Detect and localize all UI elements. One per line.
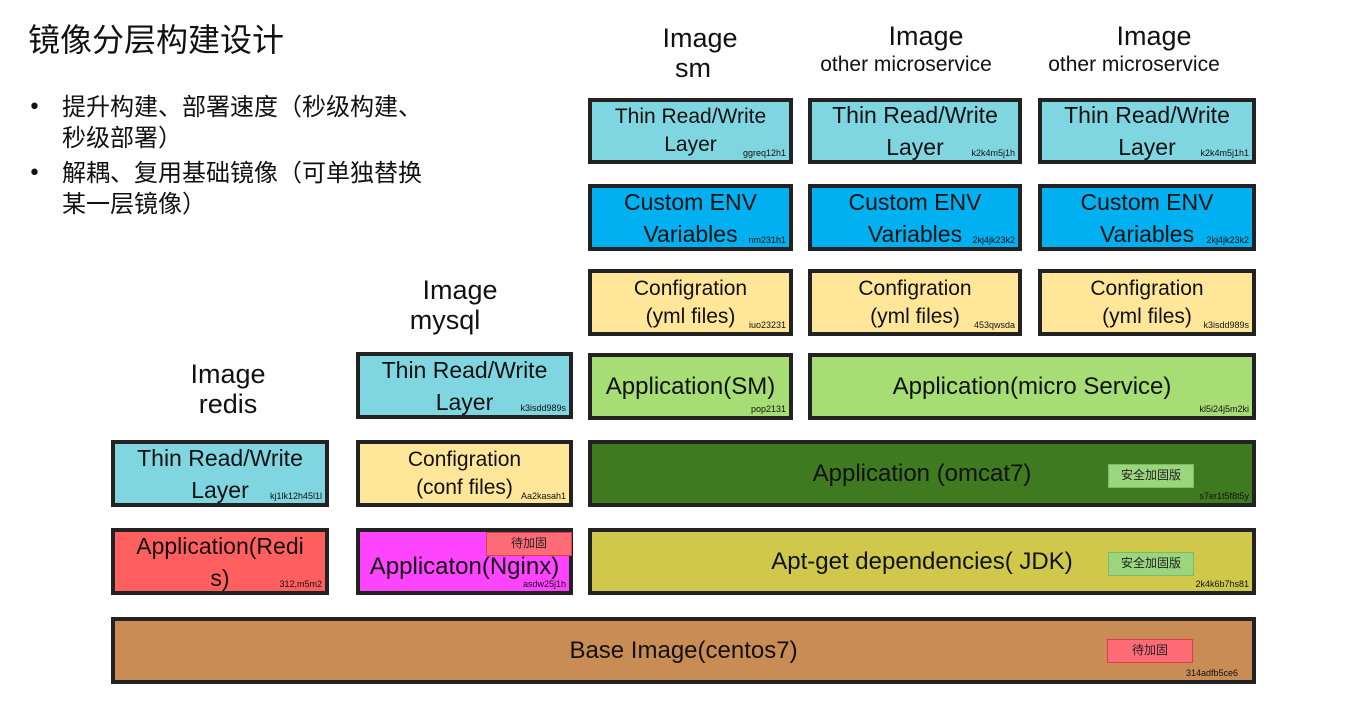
- image-label-redis: Image redis: [178, 358, 278, 418]
- layer-other2-thin-read-write: Thin Read/Write Layer k2k4m5j1h1: [1038, 98, 1256, 164]
- layer-id: 314adfb5ce6: [1185, 668, 1238, 678]
- layer-tomcat-application: Application (omcat7) 安全加固版 s7er1t5f8t5y: [588, 440, 1256, 507]
- layer-line2: (yml files): [645, 304, 736, 328]
- layer-sm-custom-env: Custom ENV Variables nm231h1: [588, 184, 793, 251]
- layer-line1: Application(Redi: [136, 532, 304, 559]
- layer-other2-custom-env: Custom ENV Variables 2kj4jk23k2: [1038, 184, 1256, 251]
- layer-id: nm231h1: [748, 235, 786, 245]
- bullet-dot-icon: •: [28, 95, 41, 120]
- layer-line1: Custom ENV: [848, 188, 982, 215]
- layer-id: k3isdd989s: [520, 403, 566, 413]
- layer-redis-thin-read-write: Thin Read/Write Layer kj1lk12h45l1l: [111, 440, 329, 507]
- layer-text: Application(SM): [605, 372, 776, 400]
- layer-id: 453qwsda: [973, 320, 1015, 330]
- layer-other1-thin-read-write: Thin Read/Write Layer k2k4m5j1h: [808, 98, 1022, 164]
- layer-id: s7er1t5f8t5y: [1199, 491, 1249, 501]
- image-label-line1: Image: [190, 359, 266, 389]
- layer-line2: s): [210, 564, 230, 591]
- layer-line1: Custom ENV: [1080, 188, 1214, 215]
- image-label-line1: Image: [422, 275, 498, 305]
- bullet-item: • 提升构建、部署速度（秒级构建、秒级部署）: [28, 92, 428, 154]
- layer-line1: Configration: [633, 276, 748, 300]
- layer-mysql-configuration: Configration (conf files) Aa2kasah1: [356, 440, 573, 507]
- layer-id: 2kj4jk23k2: [1206, 235, 1249, 245]
- pending-hardening-badge: 待加固: [1107, 639, 1193, 663]
- layer-line2: (conf files): [416, 475, 513, 499]
- layer-mysql-thin-read-write: Thin Read/Write Layer k3isdd989s: [356, 352, 573, 419]
- layer-line2: (yml files): [1102, 304, 1192, 328]
- layer-line1: Thin Read/Write: [832, 102, 998, 128]
- layer-other1-configuration: Configration (yml files) 453qwsda: [808, 269, 1022, 336]
- layer-line1: Thin Read/Write: [137, 444, 303, 471]
- layer-id: 2k4k6b7hs81: [1195, 579, 1249, 589]
- layer-nginx-application: 待加固 Applicaton(Nginx) asdw25j1h: [356, 528, 573, 595]
- layer-line2: Layer: [1118, 134, 1176, 160]
- hardened-badge: 安全加固版: [1108, 464, 1194, 488]
- layer-id: k3isdd989s: [1203, 320, 1249, 330]
- layer-microservice-application: Application(micro Service) kl5i24j5m2ki: [808, 353, 1256, 420]
- layer-line2: Layer: [435, 388, 494, 415]
- layer-line2: Layer: [664, 133, 717, 156]
- layer-id: Aa2kasah1: [520, 491, 566, 501]
- layer-line1: Thin Read/Write: [614, 105, 767, 128]
- layer-text: Application(micro Service): [892, 372, 1172, 400]
- layer-line1: Thin Read/Write: [381, 356, 548, 383]
- layer-base-image: Base Image(centos7) 待加固 314adfb5ce6: [111, 617, 1256, 684]
- layer-line2: Layer: [191, 476, 249, 503]
- image-label-sm: Image sm: [650, 22, 750, 82]
- layer-sm-thin-read-write: Thin Read/Write Layer ggreq12h1: [588, 98, 793, 164]
- image-label-line2: mysql: [409, 305, 481, 335]
- image-label-other-microservice-1: Image other microservice: [806, 20, 1046, 78]
- layer-id: iuo23231: [748, 320, 786, 330]
- layer-line2: Layer: [886, 134, 944, 160]
- layer-line2: Variables: [1099, 220, 1195, 247]
- image-label-line1: Image: [888, 21, 964, 51]
- layer-redis-application: Application(Redi s) 312,m5m2: [111, 528, 329, 595]
- layer-line1: Configration: [858, 276, 972, 300]
- layer-line2: (yml files): [870, 304, 960, 328]
- layer-id: 2kj4jk23k2: [972, 235, 1015, 245]
- image-label-other-microservice-2: Image other microservice: [1034, 20, 1274, 78]
- layer-id: 312,m5m2: [279, 579, 322, 589]
- layer-line1: Custom ENV: [624, 188, 757, 215]
- layer-other1-custom-env: Custom ENV Variables 2kj4jk23k2: [808, 184, 1022, 251]
- bullet-list: • 提升构建、部署速度（秒级构建、秒级部署） • 解耦、复用基础镜像（可单独替换…: [28, 92, 428, 224]
- image-label-line2: redis: [198, 389, 258, 419]
- bullet-item: • 解耦、复用基础镜像（可单独替换某一层镜像）: [28, 158, 428, 220]
- layer-id: pop2131: [750, 404, 786, 414]
- layer-sm-configuration: Configration (yml files) iuo23231: [588, 269, 793, 336]
- layer-line1: Configration: [407, 447, 522, 471]
- hardened-badge: 安全加固版: [1108, 552, 1194, 576]
- page-title: 镜像分层构建设计: [28, 21, 285, 59]
- layer-line2: Variables: [867, 220, 963, 247]
- image-label-line1: Image: [1116, 21, 1192, 51]
- layer-jdk-dependencies: Apt-get dependencies( JDK) 安全加固版 2k4k6b7…: [588, 528, 1256, 595]
- layer-id: kl5i24j5m2ki: [1199, 404, 1249, 414]
- layer-line1: Thin Read/Write: [1064, 102, 1230, 128]
- image-label-line2: other microservice: [1048, 53, 1220, 76]
- image-label-line2: other microservice: [820, 53, 992, 76]
- layer-line1: Configration: [1090, 276, 1204, 300]
- bullet-dot-icon: •: [28, 161, 41, 186]
- layer-other2-configuration: Configration (yml files) k3isdd989s: [1038, 269, 1256, 336]
- image-label-line1: Image: [662, 23, 738, 53]
- layer-id: k2k4m5j1h: [971, 148, 1015, 158]
- image-label-mysql: Image mysql: [405, 274, 515, 334]
- layer-line2: Variables: [643, 220, 738, 247]
- bullet-text: 解耦、复用基础镜像（可单独替换某一层镜像）: [62, 159, 422, 218]
- image-label-line2: sm: [675, 53, 711, 83]
- layer-id: asdw25j1h: [522, 579, 566, 589]
- layer-id: ggreq12h1: [742, 148, 786, 158]
- layer-text: Base Image(centos7): [569, 636, 798, 664]
- layer-id: k2k4m5j1h1: [1200, 148, 1249, 158]
- bullet-text: 提升构建、部署速度（秒级构建、秒级部署）: [62, 93, 422, 152]
- layer-id: kj1lk12h45l1l: [269, 491, 322, 501]
- layer-sm-application: Application(SM) pop2131: [588, 353, 793, 420]
